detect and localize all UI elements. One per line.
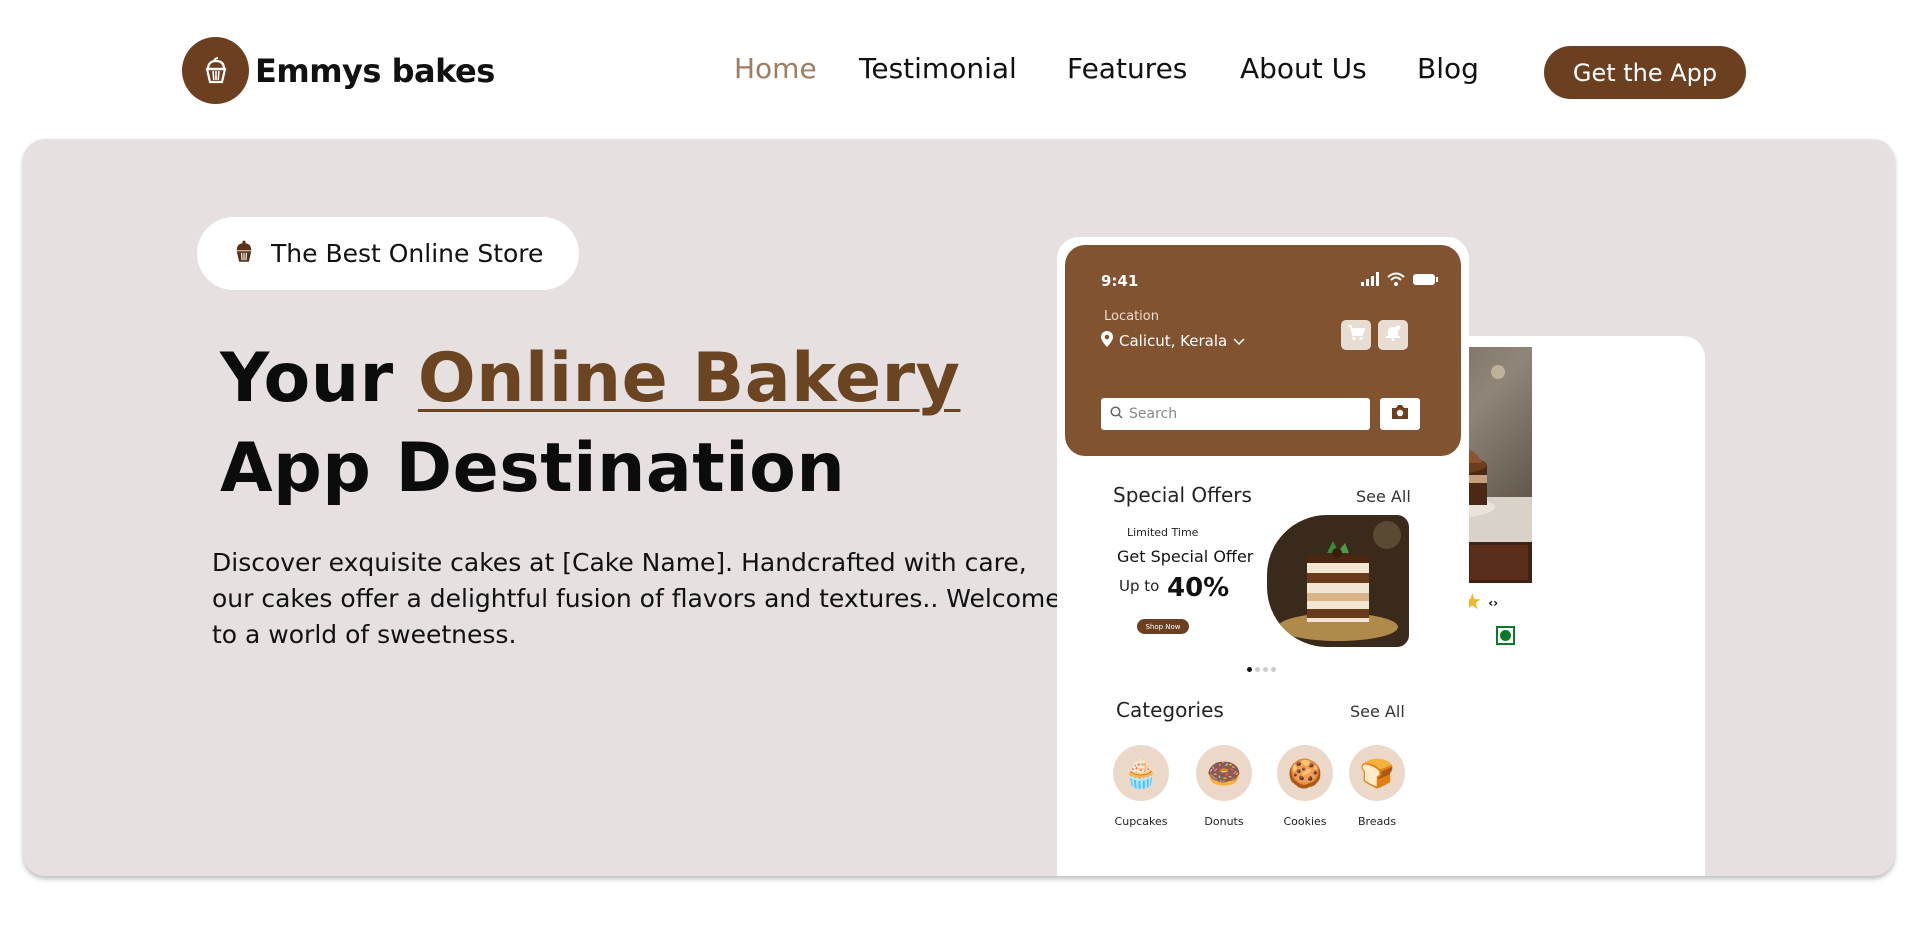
shop-now-button[interactable]: Shop Now — [1137, 619, 1189, 634]
signal-icon — [1361, 271, 1379, 290]
cookie-icon: 🍪 — [1277, 745, 1333, 801]
offer-cake-image — [1267, 515, 1409, 647]
search-placeholder: Search — [1129, 406, 1178, 422]
map-pin-icon — [1101, 331, 1113, 351]
status-time: 9:41 — [1101, 272, 1139, 290]
special-offers-title: Special Offers — [1113, 483, 1252, 507]
category-label: Cupcakes — [1114, 815, 1168, 828]
carousel-dot[interactable] — [1247, 667, 1252, 672]
nav-testimonial[interactable]: Testimonial — [859, 52, 1017, 85]
app-header: 9:41 Location Calicut, Kerala Search — [1065, 245, 1461, 456]
chevron-down-icon — [1233, 332, 1245, 350]
notifications-button[interactable] — [1378, 320, 1408, 350]
nav-blog[interactable]: Blog — [1417, 52, 1479, 85]
code-arrows-icon: ‹› — [1488, 595, 1499, 610]
hero-headline: Your Online Bakery App Destination — [220, 334, 960, 514]
bread-icon: 🍞 — [1349, 745, 1405, 801]
cart-button[interactable] — [1341, 320, 1371, 350]
app-mockup-home: 9:41 Location Calicut, Kerala Search Spe… — [1057, 237, 1469, 876]
search-input[interactable]: Search — [1101, 398, 1370, 430]
offer-tag: Limited Time — [1127, 526, 1199, 539]
category-donuts[interactable]: 🍩 Donuts — [1189, 745, 1259, 828]
location-selector[interactable]: Calicut, Kerala — [1101, 331, 1245, 351]
offer-title: Get Special Offer — [1117, 547, 1254, 566]
bell-icon — [1385, 325, 1401, 345]
search-icon — [1110, 405, 1123, 423]
carousel-dot[interactable] — [1263, 667, 1268, 672]
veg-indicator-icon — [1496, 626, 1515, 645]
hero-description: Discover exquisite cakes at [Cake Name].… — [212, 548, 1061, 649]
carousel-dot[interactable] — [1271, 667, 1276, 672]
wifi-icon — [1387, 271, 1405, 290]
cart-icon — [1347, 325, 1366, 345]
category-label: Cookies — [1283, 815, 1327, 828]
camera-icon — [1390, 404, 1410, 424]
location-value: Calicut, Kerala — [1119, 332, 1228, 350]
special-offers-see-all[interactable]: See All — [1356, 487, 1411, 506]
offer-percent: 40% — [1167, 573, 1230, 603]
headline-part-2: App Destination — [220, 429, 846, 508]
category-label: Donuts — [1204, 815, 1244, 828]
badge-label: The Best Online Store — [271, 239, 544, 268]
donut-icon: 🍩 — [1196, 745, 1252, 801]
hero-section: The Best Online Store Your Online Bakery… — [23, 139, 1895, 876]
nav-home[interactable]: Home — [734, 52, 817, 85]
categories-title: Categories — [1116, 698, 1224, 722]
battery-icon — [1413, 271, 1439, 290]
cupcake-icon — [182, 37, 249, 104]
brand-logo[interactable]: Emmys bakes — [182, 37, 495, 104]
headline-part-1: Your — [220, 339, 418, 418]
category-label: Breads — [1357, 815, 1397, 828]
category-cookies[interactable]: 🍪 Cookies — [1270, 745, 1340, 828]
category-cupcakes[interactable]: 🧁 Cupcakes — [1106, 745, 1176, 828]
brand-name: Emmys bakes — [255, 51, 495, 90]
status-icons — [1361, 271, 1439, 290]
offer-upto: Up to — [1119, 577, 1160, 595]
camera-search-button[interactable] — [1380, 398, 1420, 430]
get-the-app-button[interactable]: Get the App — [1544, 46, 1746, 99]
cupcake-icon — [231, 239, 257, 269]
headline-accent: Online Bakery — [417, 339, 961, 418]
carousel-dots[interactable] — [1247, 667, 1276, 672]
categories-see-all[interactable]: See All — [1350, 702, 1405, 721]
store-badge: The Best Online Store — [197, 217, 579, 290]
nav-about-us[interactable]: About Us — [1240, 52, 1367, 85]
carousel-dot[interactable] — [1255, 667, 1260, 672]
location-label: Location — [1104, 309, 1159, 324]
category-breads[interactable]: 🍞 Breads — [1342, 745, 1412, 828]
cupcake-icon: 🧁 — [1113, 745, 1169, 801]
nav-features[interactable]: Features — [1067, 52, 1187, 85]
top-nav: Emmys bakes Home Testimonial Features Ab… — [0, 0, 1920, 140]
